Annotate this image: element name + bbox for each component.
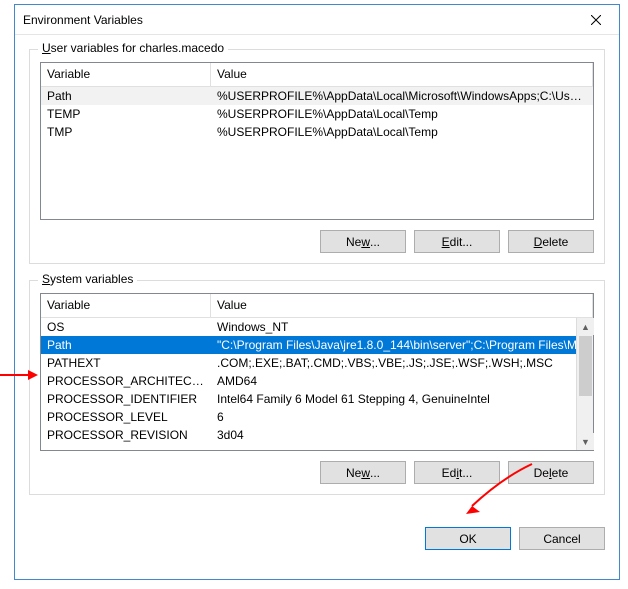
col-header-value[interactable]: Value [211,294,593,317]
scrollbar[interactable]: ▲ ▼ [576,318,593,450]
close-icon [591,15,601,25]
user-new-button[interactable]: New... [320,230,406,253]
dialog-buttons: OK Cancel [15,521,619,550]
col-header-value[interactable]: Value [211,63,593,86]
list-row[interactable]: Path %USERPROFILE%\AppData\Local\Microso… [41,87,593,105]
cell-variable: PROCESSOR_LEVEL [41,408,211,426]
user-edit-button[interactable]: Edit... [414,230,500,253]
cell-variable: Path [41,87,211,105]
user-group-label: User variables for charles.macedo [38,41,228,55]
cell-value: Intel64 Family 6 Model 61 Stepping 4, Ge… [211,390,593,408]
list-row[interactable]: PROCESSOR_IDENTIFIER Intel64 Family 6 Mo… [41,390,593,408]
list-row[interactable]: PATHEXT .COM;.EXE;.BAT;.CMD;.VBS;.VBE;.J… [41,354,593,372]
list-row[interactable]: PROCESSOR_ARCHITECTURE AMD64 [41,372,593,390]
cell-value: "C:\Program Files\Java\jre1.8.0_144\bin\… [211,336,593,354]
scroll-thumb[interactable] [579,336,592,396]
ok-button[interactable]: OK [425,527,511,550]
scroll-up-icon[interactable]: ▲ [577,318,594,335]
window-title: Environment Variables [23,13,573,27]
list-row[interactable]: PROCESSOR_REVISION 3d04 [41,426,593,444]
env-vars-dialog: Environment Variables User variables for… [14,4,620,580]
cell-variable: PROCESSOR_REVISION [41,426,211,444]
cell-variable: OS [41,318,211,336]
cell-variable: TMP [41,123,211,141]
close-button[interactable] [573,5,619,35]
list-row[interactable]: TMP %USERPROFILE%\AppData\Local\Temp [41,123,593,141]
list-row[interactable]: OS Windows_NT [41,318,593,336]
cell-variable: Path [41,336,211,354]
list-row[interactable]: PROCESSOR_LEVEL 6 [41,408,593,426]
system-new-button[interactable]: New... [320,461,406,484]
col-header-variable[interactable]: Variable [41,294,211,317]
dialog-content: User variables for charles.macedo Variab… [15,35,619,521]
cell-value: %USERPROFILE%\AppData\Local\Microsoft\Wi… [211,87,593,105]
cell-value: %USERPROFILE%\AppData\Local\Temp [211,105,593,123]
list-header: Variable Value [41,294,593,318]
user-delete-button[interactable]: Delete [508,230,594,253]
scroll-down-icon[interactable]: ▼ [577,433,594,450]
user-vars-list[interactable]: Variable Value Path %USERPROFILE%\AppDat… [40,62,594,220]
cancel-button[interactable]: Cancel [519,527,605,550]
cell-value: 3d04 [211,426,593,444]
cell-variable: PROCESSOR_ARCHITECTURE [41,372,211,390]
system-variables-group: System variables Variable Value OS Windo… [29,280,605,495]
list-row[interactable]: TEMP %USERPROFILE%\AppData\Local\Temp [41,105,593,123]
list-body: Path %USERPROFILE%\AppData\Local\Microso… [41,87,593,141]
list-row-selected[interactable]: Path "C:\Program Files\Java\jre1.8.0_144… [41,336,593,354]
cell-value: AMD64 [211,372,593,390]
list-header: Variable Value [41,63,593,87]
cell-variable: PROCESSOR_IDENTIFIER [41,390,211,408]
list-body: OS Windows_NT Path "C:\Program Files\Jav… [41,318,593,444]
cell-value: .COM;.EXE;.BAT;.CMD;.VBS;.VBE;.JS;.JSE;.… [211,354,593,372]
cell-value: 6 [211,408,593,426]
system-vars-list[interactable]: Variable Value OS Windows_NT Path "C:\Pr… [40,293,594,451]
system-buttons: New... Edit... Delete [40,461,594,484]
user-buttons: New... Edit... Delete [40,230,594,253]
cell-value: Windows_NT [211,318,593,336]
user-variables-group: User variables for charles.macedo Variab… [29,49,605,264]
titlebar: Environment Variables [15,5,619,35]
system-delete-button[interactable]: Delete [508,461,594,484]
cell-value: %USERPROFILE%\AppData\Local\Temp [211,123,593,141]
cell-variable: TEMP [41,105,211,123]
system-group-label: System variables [38,272,137,286]
system-edit-button[interactable]: Edit... [414,461,500,484]
col-header-variable[interactable]: Variable [41,63,211,86]
cell-variable: PATHEXT [41,354,211,372]
